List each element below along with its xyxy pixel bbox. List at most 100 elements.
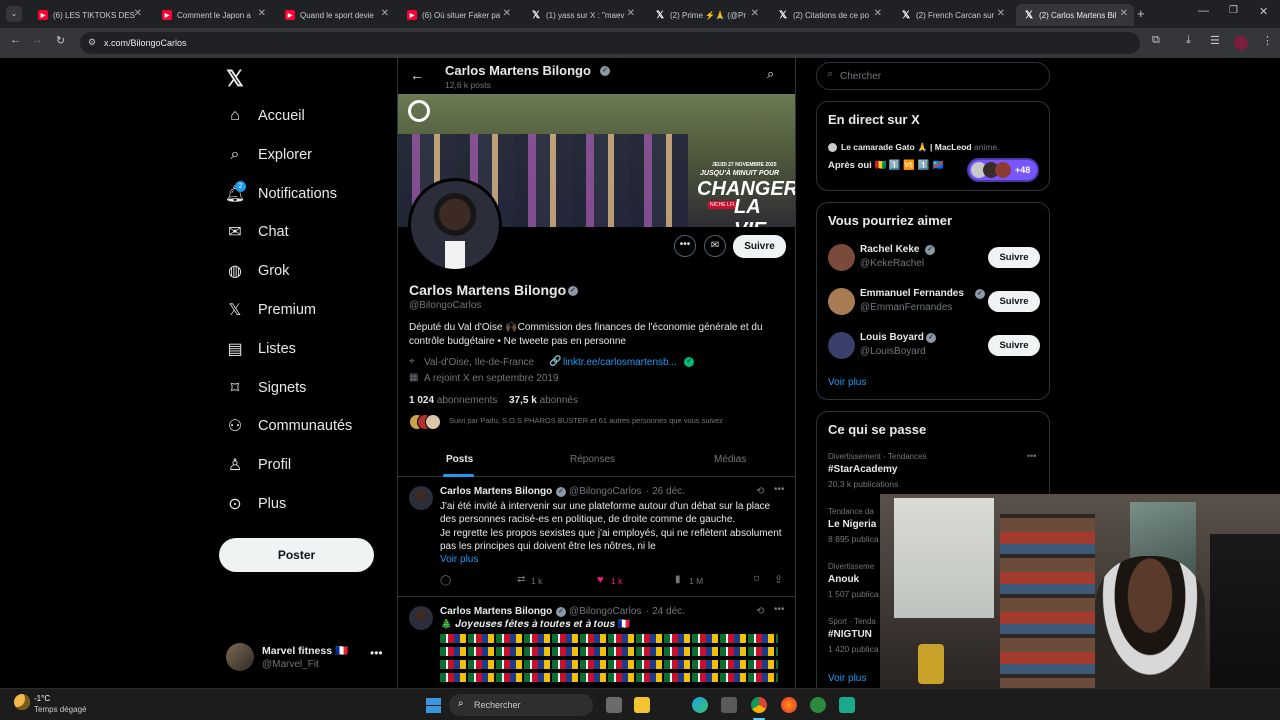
file-explorer-icon[interactable] [634, 697, 650, 713]
reply-icon[interactable]: ◯ [440, 575, 451, 586]
followed-by-text[interactable]: Suivi par Padu, S.O.S PHAROS BUSTER et 6… [449, 416, 723, 425]
followed-by-avatars[interactable] [409, 414, 441, 430]
like-icon[interactable]: ♥ [597, 574, 604, 586]
taskbar-search[interactable]: ⌕ Rechercher [449, 694, 593, 716]
profile-avatar[interactable] [1234, 36, 1248, 50]
browser-tab[interactable]: ▶ Quand le sport devie ✕ [277, 4, 395, 26]
nav-item-grok[interactable]: ◍ Grok [226, 256, 289, 286]
extensions-icon[interactable]: ⧉ [1152, 34, 1160, 47]
nav-item-notifications[interactable]: 🔔︎ 2 Notifications [225, 179, 337, 209]
suggestion-name[interactable]: Emmanuel Fernandes [860, 288, 964, 299]
chrome-icon[interactable] [751, 697, 767, 713]
site-info-icon[interactable]: ⚙ [88, 37, 96, 48]
tab-close-icon[interactable]: ✕ [627, 8, 635, 19]
views-icon[interactable]: ▮ [675, 574, 681, 585]
post-item[interactable]: Carlos Martens Bilongo ✓ @BilongoCarlos … [398, 598, 795, 688]
suggestion-item[interactable]: Emmanuel Fernandes @EmmanFernandes Suivre [817, 285, 1051, 325]
reload-icon[interactable]: ↻ [56, 34, 65, 47]
account-switcher[interactable]: Marvel fitness 🇫🇷 @Marvel_Fit ••• [224, 640, 394, 676]
store-icon[interactable] [721, 697, 737, 713]
live-host[interactable]: Le camarade Gato 🙏 | MacLeod anime. [841, 142, 999, 153]
browser-tab[interactable]: 𝕏 (2) Citations de ce po ✕ [770, 4, 888, 26]
suggestion-follow-button[interactable]: Suivre [988, 291, 1040, 312]
post-show-more[interactable]: Voir plus [440, 554, 478, 565]
live-topic[interactable]: Après oui 🇬🇳 1️⃣ 🆚 1️⃣ 🇨🇩 [828, 160, 944, 171]
nav-item-communautés[interactable]: ⚇ Communautés [226, 411, 352, 441]
tab-close-icon[interactable]: ✕ [381, 8, 389, 19]
post-author-name[interactable]: Carlos Martens Bilongo [440, 486, 552, 497]
weather-desc[interactable]: Temps dégagé [34, 705, 86, 714]
back-arrow-icon[interactable]: ← [410, 67, 424, 83]
suggestion-name[interactable]: Louis Boyard [860, 332, 924, 343]
suggestion-follow-button[interactable]: Suivre [988, 335, 1040, 356]
post-button[interactable]: Poster [219, 538, 374, 572]
tab-close-icon[interactable]: ✕ [1120, 8, 1128, 19]
browser-tab[interactable]: 𝕏 (1) yass sur X : "maev ✕ [523, 4, 641, 26]
chrome-menu-icon[interactable]: ⋮ [1262, 34, 1273, 47]
grok-icon[interactable]: ⟲ [756, 486, 764, 497]
x-logo-icon[interactable]: 𝕏 [226, 66, 244, 92]
tab-close-icon[interactable]: ✕ [997, 8, 1005, 19]
tab-replies[interactable]: Réponses [570, 454, 615, 465]
profile-link[interactable]: linktr.ee/carlosmartensb... [563, 357, 677, 368]
followers-link[interactable]: 37,5 k abonnés [509, 395, 578, 406]
tab-list-dropdown[interactable]: ⌄ [6, 6, 22, 22]
suggestion-name[interactable]: Rachel Keke [860, 244, 919, 255]
post-handle[interactable]: @BilongoCarlos [569, 606, 641, 617]
close-window-button[interactable]: ✕ [1259, 5, 1268, 18]
profile-avatar[interactable] [408, 178, 502, 272]
task-view-icon[interactable] [606, 697, 622, 713]
nav-item-explorer[interactable]: ⌕ Explorer [226, 140, 312, 170]
post-more-icon[interactable]: ••• [774, 604, 785, 615]
bookmark-icon[interactable]: ⌑ [754, 574, 759, 585]
app-icon[interactable] [810, 697, 826, 713]
post-avatar[interactable] [409, 486, 433, 510]
follow-button[interactable]: Suivre [733, 235, 786, 258]
weather-temp[interactable]: -1°C [34, 694, 50, 703]
suggestion-avatar[interactable] [828, 244, 855, 271]
post-date[interactable]: · 24 déc. [646, 606, 685, 617]
live-listeners-pill[interactable]: +48 [967, 158, 1039, 182]
nav-item-chat[interactable]: ✉ Chat [226, 217, 288, 247]
address-bar[interactable]: ⚙ x.com/BilongoCarlos [80, 32, 1140, 54]
following-link[interactable]: 1 024 abonnements [409, 395, 497, 406]
firefox-icon[interactable] [781, 697, 797, 713]
browser-tab[interactable]: 𝕏 (2) Carlos Martens Bil ✕ [1016, 4, 1134, 26]
tab-close-icon[interactable]: ✕ [503, 8, 511, 19]
maximize-button[interactable]: ❐ [1229, 5, 1238, 16]
browser-tab[interactable]: ▶ (6) LES TIKTOKS DES ✕ [30, 4, 148, 26]
tab-posts[interactable]: Posts [446, 454, 473, 465]
grok-icon[interactable]: ⟲ [756, 606, 764, 617]
nav-item-premium[interactable]: 𝕏 Premium [226, 295, 316, 325]
account-more-icon[interactable]: ••• [370, 646, 383, 660]
post-item[interactable]: Carlos Martens Bilongo ✓ @BilongoCarlos … [398, 478, 795, 597]
app-icon-2[interactable] [839, 697, 855, 713]
new-tab-button[interactable]: + [1137, 6, 1145, 21]
trend-more-icon[interactable]: ••• [1027, 451, 1036, 461]
tab-close-icon[interactable]: ✕ [258, 8, 266, 19]
browser-tab[interactable]: ▶ Comment le Japon a ✕ [154, 4, 272, 26]
post-more-icon[interactable]: ••• [774, 484, 785, 495]
search-box[interactable]: ⌕ Chercher [816, 62, 1050, 90]
retweet-icon[interactable]: ⇄ [517, 574, 525, 585]
nav-item-signets[interactable]: ⌑ Signets [226, 373, 306, 403]
trends-more[interactable]: Voir plus [828, 673, 866, 684]
nav-item-accueil[interactable]: ⌂ Accueil [226, 101, 305, 131]
back-icon[interactable]: ← [10, 34, 21, 46]
browser-tab[interactable]: 𝕏 (2) French Carcan sur ✕ [893, 4, 1011, 26]
more-actions-button[interactable]: ••• [674, 235, 696, 257]
suggestion-avatar[interactable] [828, 288, 855, 315]
tab-search-icon[interactable]: ☰ [1210, 34, 1220, 47]
tab-close-icon[interactable]: ✕ [751, 8, 759, 19]
tab-media[interactable]: Médias [714, 454, 746, 465]
nav-item-profil[interactable]: ♙ Profil [226, 450, 291, 480]
download-icon[interactable]: ⤓ [1186, 34, 1191, 47]
tab-close-icon[interactable]: ✕ [874, 8, 882, 19]
minimize-button[interactable]: — [1198, 5, 1209, 17]
start-icon[interactable] [426, 698, 441, 713]
nav-item-listes[interactable]: ▤ Listes [226, 334, 295, 364]
weather-icon[interactable] [14, 694, 30, 710]
browser-tab[interactable]: 𝕏 (2) Prime ⚡🙏 (@Pr ✕ [647, 4, 765, 26]
suggestion-follow-button[interactable]: Suivre [988, 247, 1040, 268]
suggestions-more[interactable]: Voir plus [828, 377, 866, 388]
